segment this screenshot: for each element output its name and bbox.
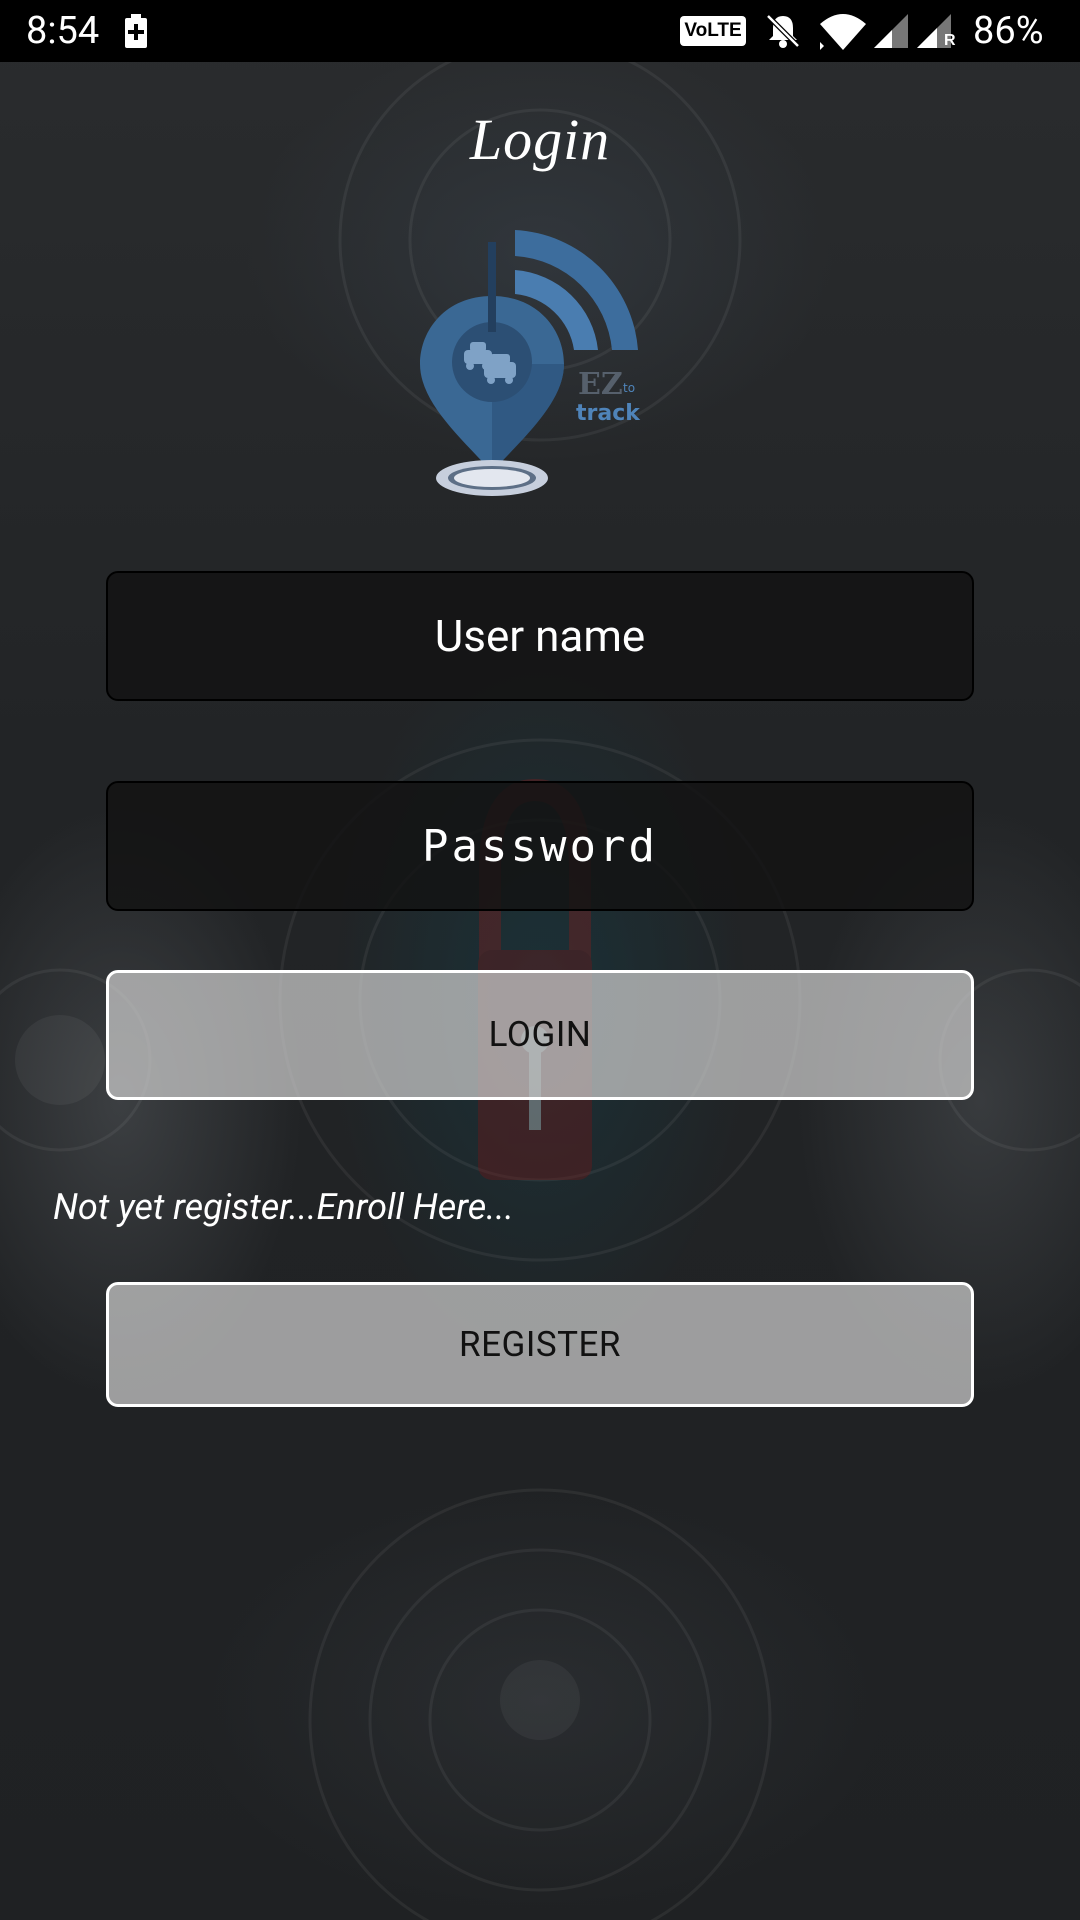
status-time: 8:54 (26, 9, 100, 53)
login-screen: 8:54 VoLTE R 86% Login EZ to track User … (0, 0, 1080, 1920)
page-title: Login (469, 107, 611, 172)
logo-text-to: to (623, 381, 635, 395)
roaming-indicator: R (944, 32, 956, 49)
username-field[interactable] (106, 571, 974, 701)
logo-text-track: track (576, 401, 641, 426)
battery-percent: 86% (973, 9, 1044, 53)
bell-off-icon (766, 14, 800, 48)
status-bar: 8:54 VoLTE R 86% (0, 0, 1080, 62)
wifi-icon (820, 14, 866, 50)
volte-icon: VoLTE (680, 16, 746, 46)
enroll-prompt[interactable]: Not yet register...Enroll Here... (53, 1182, 514, 1232)
register-button[interactable]: REGISTER (106, 1282, 974, 1407)
battery-charging-icon (125, 14, 147, 48)
ez-to-track-logo: EZ to track (420, 230, 641, 496)
login-button[interactable]: LOGIN (106, 970, 974, 1100)
signal-icon (874, 14, 908, 48)
password-field[interactable] (106, 781, 974, 911)
logo-text-ez: EZ (578, 367, 623, 402)
